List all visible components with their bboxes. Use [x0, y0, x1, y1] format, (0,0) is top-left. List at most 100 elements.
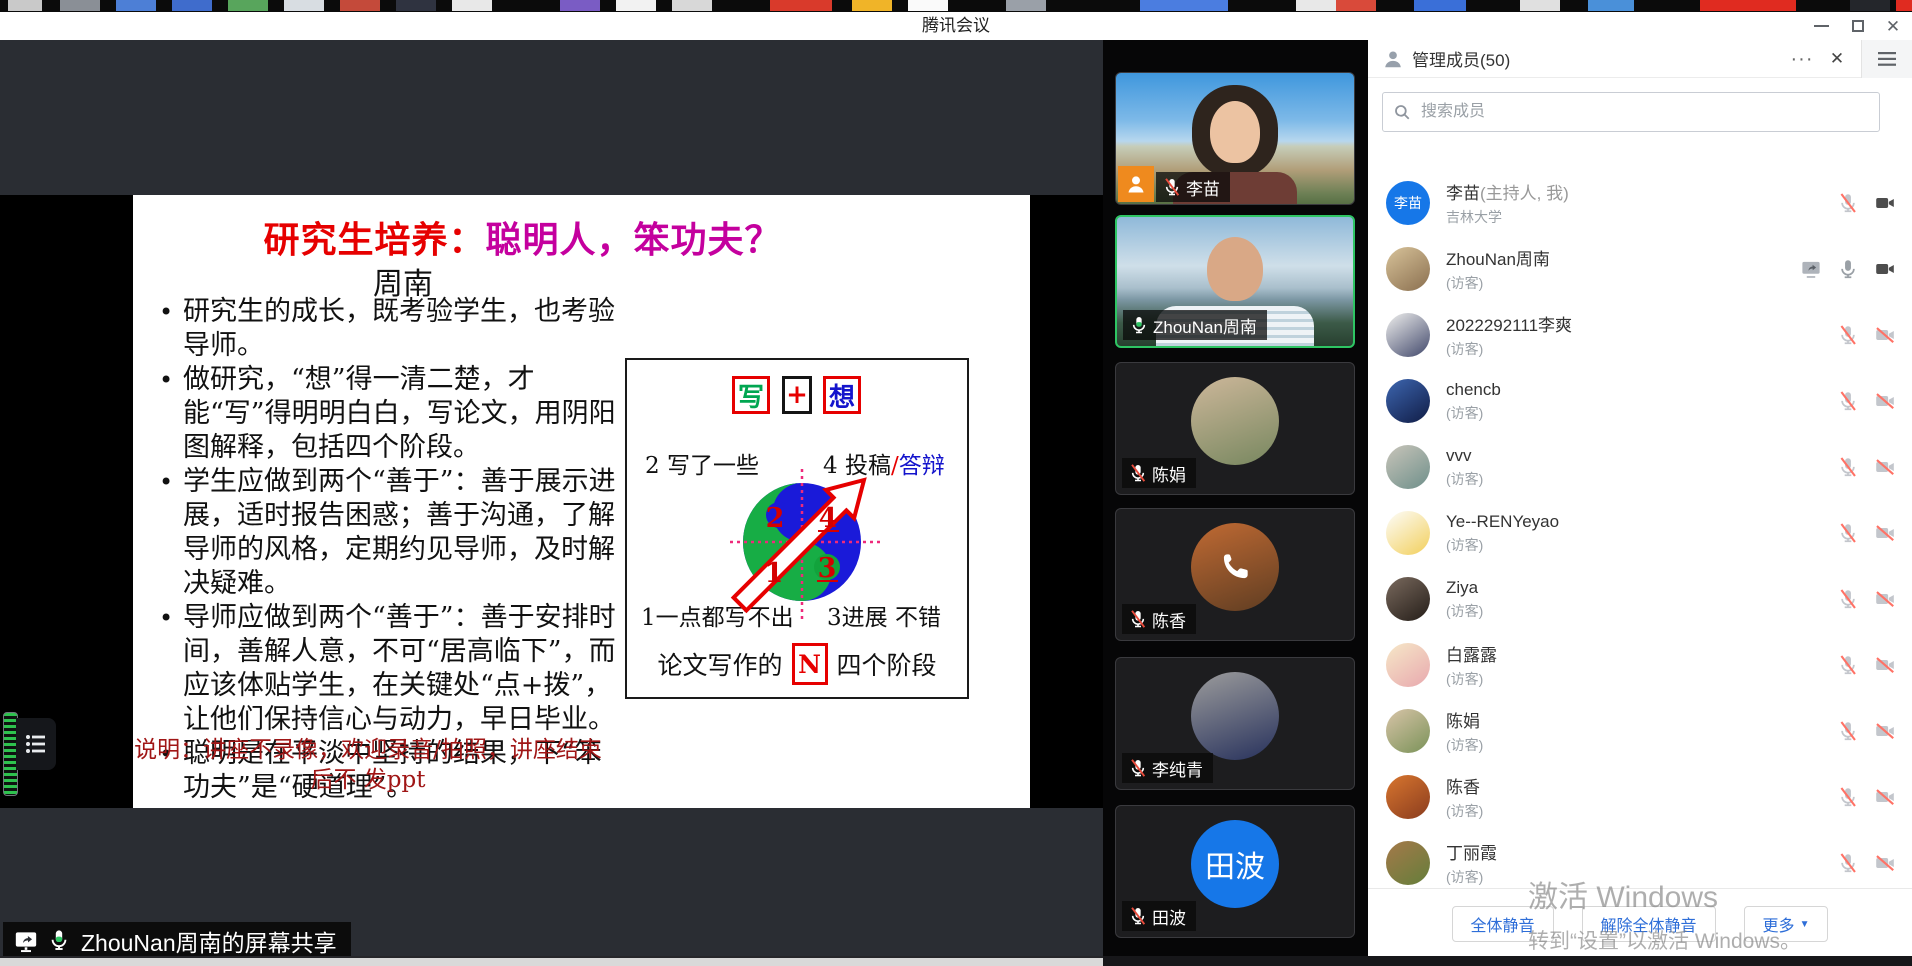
- taskbar-fragment: [172, 0, 212, 11]
- member-panel-footer: 全体静音 解除全体静音 更多▼: [1368, 888, 1912, 956]
- video-name-bar: 陈香: [1122, 604, 1196, 634]
- panel-close-button[interactable]: ✕: [1820, 40, 1854, 78]
- member-row[interactable]: chencb (访客): [1368, 368, 1912, 434]
- camera-status-icon[interactable]: [1874, 786, 1896, 808]
- camera-status-icon[interactable]: [1874, 258, 1896, 280]
- stage-number-3: 3: [818, 553, 837, 584]
- presentation-slide: 研究生培养：聪明人，笨功夫？ 周南 研究生的成长，既考验学生，也考验导师。做研究…: [133, 195, 1030, 808]
- mic-status-icon[interactable]: [1837, 390, 1859, 412]
- member-avatar: [1386, 775, 1430, 819]
- member-row[interactable]: 李苗 李苗(主持人, 我) 吉林大学: [1368, 170, 1912, 236]
- mute-all-button[interactable]: 全体静音: [1452, 906, 1554, 942]
- slide-bullets: 研究生的成长，既考验学生，也考验导师。做研究，“想”得一清二楚，才能“写”得明明…: [157, 295, 625, 805]
- member-name: 陈娟: [1446, 712, 1480, 731]
- video-tile[interactable]: 陈香: [1115, 508, 1355, 641]
- taskbar-fragment: [8, 0, 42, 11]
- taskbar-fragment: [1896, 0, 1912, 11]
- member-name: chencb: [1446, 380, 1501, 399]
- member-row[interactable]: vvv (访客): [1368, 434, 1912, 500]
- phone-icon: [1216, 548, 1254, 586]
- member-row[interactable]: Ye--RENYeyao (访客): [1368, 500, 1912, 566]
- taskbar-fragment: [852, 0, 892, 11]
- member-name: Ye--RENYeyao: [1446, 512, 1559, 531]
- camera-status-icon[interactable]: [1874, 588, 1896, 610]
- member-row[interactable]: 陈香 (访客): [1368, 764, 1912, 830]
- screen-share-label: ZhouNan周南的屏幕共享: [81, 924, 337, 958]
- mic-status-icon[interactable]: [1837, 720, 1859, 742]
- member-avatar: [1386, 379, 1430, 423]
- video-tile[interactable]: 陈娟: [1115, 362, 1355, 495]
- shared-screen: 研究生培养：聪明人，笨功夫？ 周南 研究生的成长，既考验学生，也考验导师。做研究…: [0, 195, 1103, 808]
- mic-status-icon[interactable]: [1837, 258, 1859, 280]
- hamburger-icon: [1878, 52, 1896, 66]
- participant-avatar: [1191, 672, 1279, 760]
- panel-dock-toggle[interactable]: [1861, 40, 1912, 78]
- member-text: Ye--RENYeyao (访客): [1446, 512, 1559, 555]
- member-status-icons: [1800, 258, 1896, 280]
- diagram-caption-pre: 论文写作的: [657, 646, 782, 682]
- mic-status-icon[interactable]: [1837, 588, 1859, 610]
- member-text: 丁丽霞 (访客): [1446, 839, 1497, 887]
- tile-participant-name: 田波: [1152, 904, 1186, 929]
- participant-avatar: [1191, 523, 1279, 611]
- video-tile[interactable]: 田波 田波: [1115, 805, 1355, 938]
- camera-status-icon[interactable]: [1874, 192, 1896, 214]
- member-status-icons: [1837, 654, 1896, 676]
- member-row[interactable]: 陈娟 (访客): [1368, 698, 1912, 764]
- member-status-icons: [1837, 786, 1896, 808]
- member-avatar: [1386, 709, 1430, 753]
- mic-status-icon[interactable]: [1837, 852, 1859, 874]
- member-row[interactable]: 丁丽霞 (访客): [1368, 830, 1912, 888]
- slide-title-magenta: 聪明人，笨功夫？: [486, 219, 782, 261]
- camera-status-icon[interactable]: [1874, 522, 1896, 544]
- taskbar-fragment: [908, 0, 948, 11]
- video-tile[interactable]: 李苗: [1115, 72, 1355, 205]
- panel-more-button[interactable]: ···: [1784, 40, 1820, 78]
- member-row[interactable]: 白露露 (访客): [1368, 632, 1912, 698]
- participant-avatar: 田波: [1191, 820, 1279, 908]
- member-avatar: [1386, 841, 1430, 885]
- member-row[interactable]: ZhouNan周南 (访客): [1368, 236, 1912, 302]
- slide-bullet: 学生应做到两个“善于”：善于展示进展，适时报告困惑；善于沟通，了解导师的风格，定…: [157, 465, 625, 601]
- tile-participant-name: 李苗: [1186, 175, 1220, 200]
- camera-status-icon[interactable]: [1874, 654, 1896, 676]
- participant-avatar: [1191, 377, 1279, 465]
- slide-bullet: 研究生的成长，既考验学生，也考验导师。: [157, 295, 625, 363]
- member-row[interactable]: 2022292111李爽 (访客): [1368, 302, 1912, 368]
- diagram-caption-post: 四个阶段: [837, 646, 937, 682]
- close-button[interactable]: ✕: [1874, 12, 1912, 40]
- tencent-meeting-window: 腾讯会议 ✕ 研究生培养：聪明人，笨功夫？ 周南 研究生的成长，既考验学生，也考…: [0, 0, 1912, 966]
- unmute-all-button[interactable]: 解除全体静音: [1582, 906, 1716, 942]
- mic-status-icon[interactable]: [1837, 192, 1859, 214]
- camera-status-icon[interactable]: [1874, 720, 1896, 742]
- video-tile[interactable]: 李纯青: [1115, 657, 1355, 790]
- mic-status-icon[interactable]: [1837, 456, 1859, 478]
- member-row[interactable]: Ziya (访客): [1368, 566, 1912, 632]
- taskbar-fragment: [1700, 0, 1796, 11]
- mic-status-icon[interactable]: [1837, 786, 1859, 808]
- member-subtitle: (访客): [1446, 535, 1559, 555]
- minimize-button[interactable]: [1802, 12, 1840, 40]
- camera-status-icon[interactable]: [1874, 456, 1896, 478]
- diagram-caption-n: N: [792, 643, 828, 685]
- screen-share-icon: [13, 928, 39, 954]
- stage-number-4: 4: [819, 503, 838, 534]
- taskbar-fragment: [1140, 0, 1228, 11]
- member-search-input[interactable]: [1419, 102, 1869, 122]
- video-tile[interactable]: ZhouNan周南: [1115, 215, 1355, 348]
- screen-share-stage: 研究生培养：聪明人，笨功夫？ 周南 研究生的成长，既考验学生，也考验导师。做研究…: [0, 40, 1103, 956]
- mic-status-icon[interactable]: [1837, 324, 1859, 346]
- camera-status-icon[interactable]: [1874, 852, 1896, 874]
- mic-status-icon[interactable]: [1837, 522, 1859, 544]
- camera-status-icon[interactable]: [1874, 390, 1896, 412]
- camera-status-icon[interactable]: [1874, 324, 1896, 346]
- member-subtitle: (访客): [1446, 801, 1483, 821]
- maximize-button[interactable]: [1839, 12, 1877, 40]
- member-name: 李苗: [1446, 184, 1480, 203]
- member-text: chencb (访客): [1446, 380, 1501, 423]
- member-list: 李苗 李苗(主持人, 我) 吉林大学 ZhouNan周南 (访客) 202229…: [1368, 170, 1912, 888]
- member-status-icons: [1837, 324, 1896, 346]
- member-list-toggle[interactable]: [16, 718, 56, 770]
- more-actions-button[interactable]: 更多▼: [1744, 906, 1829, 942]
- mic-status-icon[interactable]: [1837, 654, 1859, 676]
